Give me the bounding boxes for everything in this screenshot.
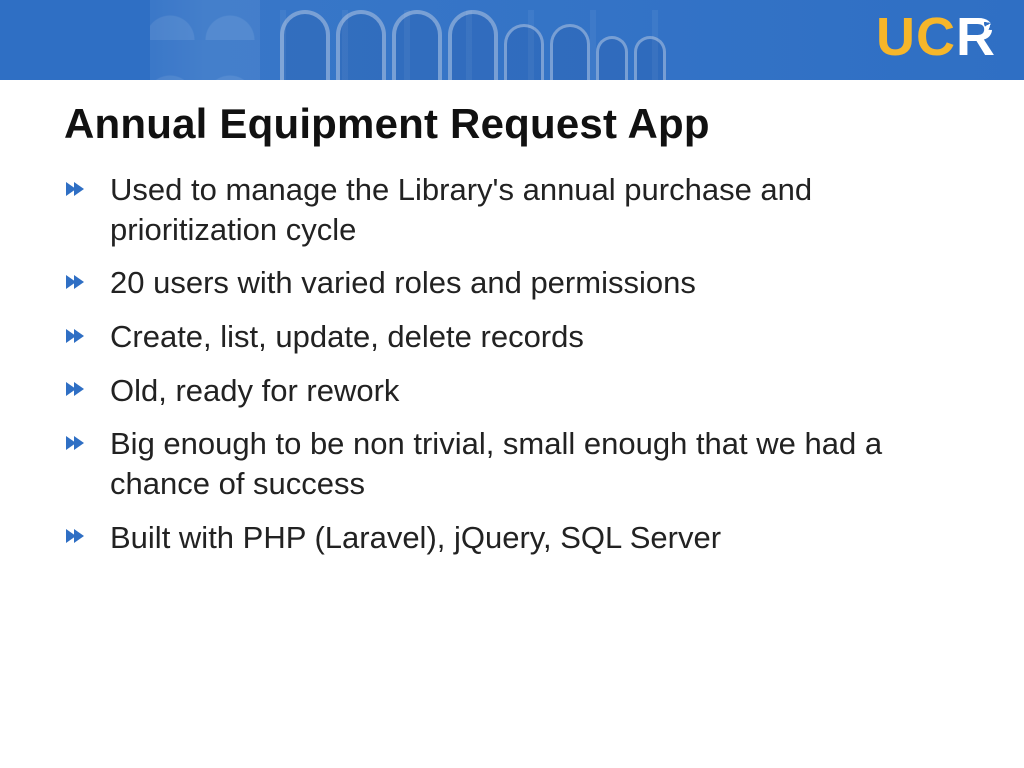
bullet-item: Built with PHP (Laravel), jQuery, SQL Se… xyxy=(96,518,960,558)
banner-arches-decoration xyxy=(280,0,710,80)
bullet-item: 20 users with varied roles and permissio… xyxy=(96,263,960,303)
slide-title: Annual Equipment Request App xyxy=(64,100,960,148)
ucr-logo: UCR xyxy=(876,10,996,64)
header-banner: UCR xyxy=(0,0,1024,80)
bullet-item: Used to manage the Library's annual purc… xyxy=(96,170,960,249)
bullet-item: Old, ready for rework xyxy=(96,371,960,411)
logo-uc: UC xyxy=(876,10,956,64)
logo-r: R xyxy=(956,10,996,64)
bullet-item: Big enough to be non trivial, small enou… xyxy=(96,424,960,503)
bullet-list: Used to manage the Library's annual purc… xyxy=(64,170,960,557)
bullet-item: Create, list, update, delete records xyxy=(96,317,960,357)
slide-content: Annual Equipment Request App Used to man… xyxy=(0,80,1024,557)
